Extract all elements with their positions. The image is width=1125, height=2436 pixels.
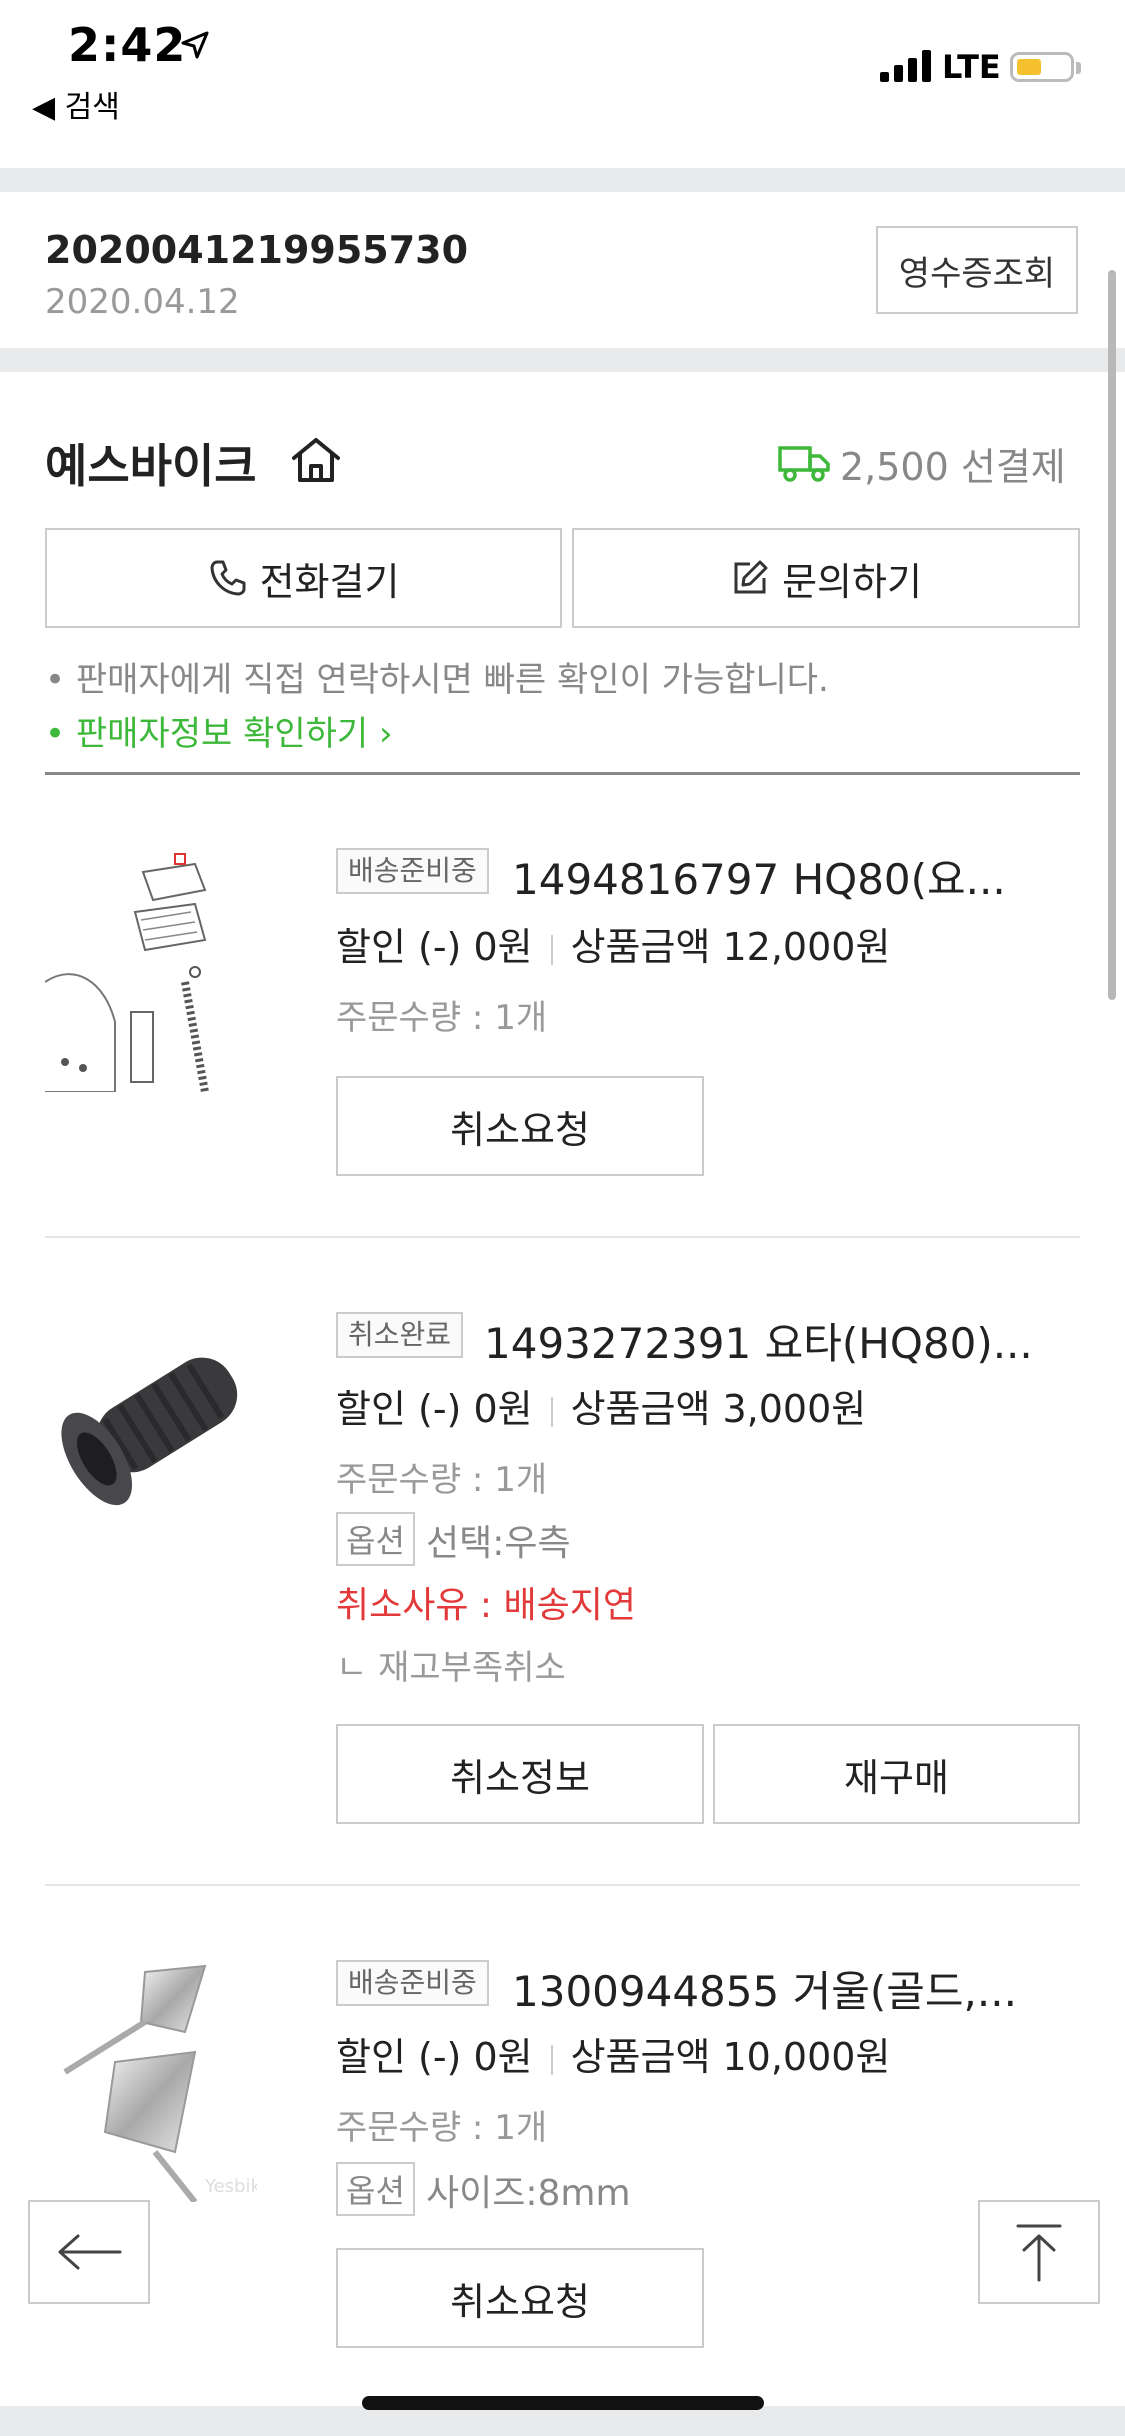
item-thumbnail[interactable] [45, 842, 257, 1092]
option-value: 사이즈:8mm [426, 2173, 631, 2214]
item-price: 상품금액 12,000원 [570, 925, 891, 969]
cancel-info-label: 취소정보 [450, 1755, 590, 1800]
bottom-divider [0, 2406, 1125, 2436]
contact-note: • 판매자에게 직접 연락하시면 빠른 확인이 가능합니다. [45, 660, 829, 700]
phone-icon [210, 560, 246, 596]
item-price: 상품금액 3,000원 [570, 1387, 867, 1431]
battery-tip [1076, 62, 1081, 74]
item-price-line: 할인 (-) 0원 상품금액 10,000원 [336, 2026, 890, 2081]
item-title[interactable]: 1494816797 HQ80(요... [512, 846, 1052, 907]
status-time: 2:42 [68, 18, 187, 72]
item-title[interactable]: 1300944855 거울(골드,... [512, 1958, 1072, 2019]
option-badge: 옵션 [336, 1512, 415, 1566]
cancel-info-button[interactable]: 취소정보 [336, 1724, 704, 1824]
network-label: LTE [942, 48, 1001, 86]
item-price: 상품금액 10,000원 [570, 2035, 891, 2079]
home-icon[interactable] [290, 436, 342, 484]
cancel-request-button[interactable]: 취소요청 [336, 2248, 704, 2348]
cancel-request-label: 취소요청 [450, 1107, 590, 1152]
cancel-detail: ㄴ 재고부족취소 [336, 1648, 566, 1688]
item-divider [45, 1236, 1080, 1238]
scrollbar[interactable] [1108, 270, 1116, 1000]
signal-icon [880, 50, 931, 82]
section-divider [0, 168, 1125, 192]
location-arrow-icon [181, 31, 209, 59]
inquiry-button[interactable]: 문의하기 [572, 528, 1080, 628]
seller-name[interactable]: 예스바이크 [45, 430, 257, 496]
call-button-label: 전화걸기 [259, 559, 400, 604]
item-status-badge: 배송준비중 [336, 848, 489, 894]
item-discount: 할인 (-) 0원 [336, 1387, 533, 1431]
truck-icon [778, 446, 830, 482]
repurchase-button[interactable]: 재구매 [713, 1724, 1080, 1824]
seller-divider [45, 772, 1080, 775]
item-quantity: 주문수량 : 1개 [336, 998, 548, 1038]
item-discount: 할인 (-) 0원 [336, 925, 533, 969]
back-to-search-link[interactable]: ◀ 검색 [32, 82, 120, 126]
item-quantity: 주문수량 : 1개 [336, 1460, 548, 1500]
option-badge: 옵션 [336, 2162, 415, 2216]
item-price-line: 할인 (-) 0원 상품금액 12,000원 [336, 916, 890, 971]
item-discount: 할인 (-) 0원 [336, 2035, 533, 2079]
cancel-request-label: 취소요청 [450, 2279, 590, 2324]
inquiry-button-label: 문의하기 [782, 559, 922, 604]
item-price-line: 할인 (-) 0원 상품금액 3,000원 [336, 1378, 866, 1433]
back-arrow-icon [58, 2234, 122, 2270]
order-number: 2020041219955730 [45, 228, 469, 272]
item-title[interactable]: 1493272391 요타(HQ80)... [484, 1310, 1080, 1371]
item-thumbnail[interactable] [45, 1300, 257, 1550]
shipping-fee: 2,500 선결제 [840, 445, 1066, 489]
section-divider [0, 348, 1125, 372]
order-date: 2020.04.12 [45, 282, 240, 322]
item-thumbnail[interactable]: Yesbike [45, 1952, 257, 2202]
battery-icon [1010, 52, 1074, 82]
item-quantity: 주문수량 : 1개 [336, 2108, 548, 2148]
item-divider [45, 1884, 1080, 1886]
cancel-request-button[interactable]: 취소요청 [336, 1076, 704, 1176]
seller-info-link[interactable]: • 판매자정보 확인하기 › [45, 706, 393, 755]
scroll-top-icon [1016, 2224, 1062, 2282]
home-indicator[interactable] [362, 2396, 764, 2410]
watermark-text: Yesbike [204, 2176, 257, 2197]
receipt-button[interactable]: 영수증조회 [876, 226, 1078, 314]
repurchase-label: 재구매 [844, 1755, 949, 1800]
scroll-top-button[interactable] [978, 2200, 1100, 2304]
edit-icon [734, 560, 768, 594]
item-status-badge: 취소완료 [336, 1312, 464, 1358]
call-seller-button[interactable]: 전화걸기 [45, 528, 562, 628]
option-value: 선택:우측 [426, 1523, 571, 1564]
back-button[interactable] [28, 2200, 150, 2304]
item-status-badge: 배송준비중 [336, 1960, 489, 2006]
cancel-reason: 취소사유 : 배송지연 [336, 1585, 636, 1626]
